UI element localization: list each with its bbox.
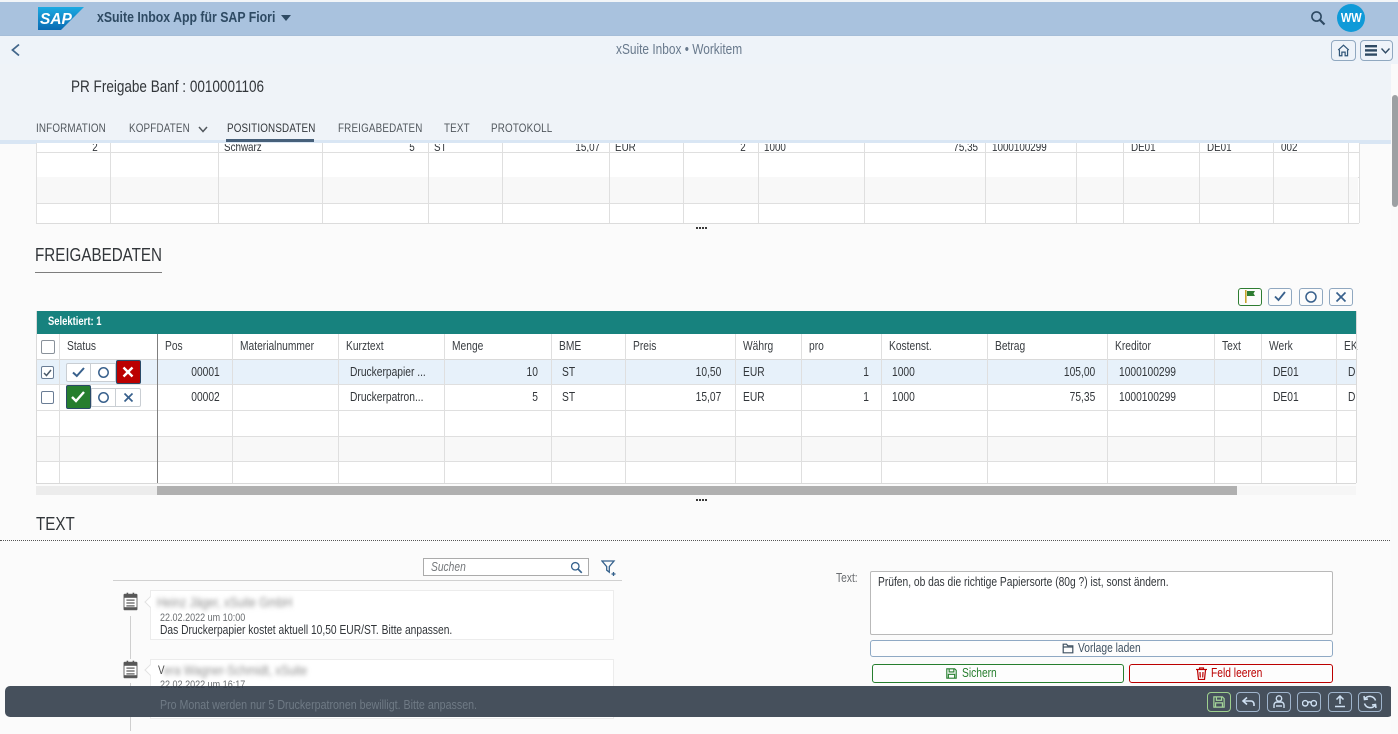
svg-text:SAP: SAP	[40, 11, 73, 28]
